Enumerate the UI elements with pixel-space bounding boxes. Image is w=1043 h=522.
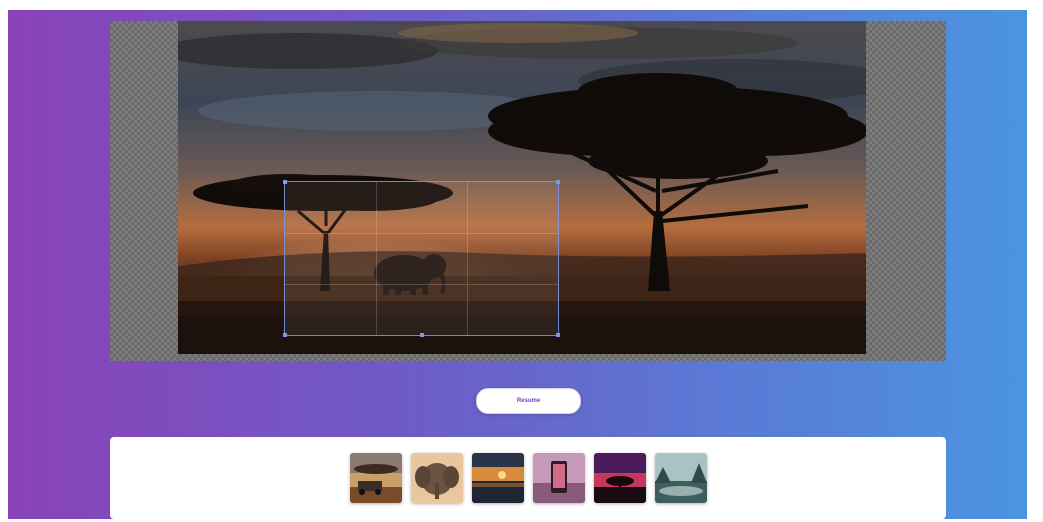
crop-grid-line bbox=[285, 232, 558, 234]
crop-grid-line bbox=[375, 182, 377, 335]
crop-handle-top-right[interactable] bbox=[556, 180, 560, 184]
image-editor-canvas[interactable] bbox=[110, 21, 946, 361]
right-margin bbox=[1027, 0, 1043, 522]
thumbnail-list bbox=[350, 453, 707, 503]
crop-handle-bottom-middle[interactable] bbox=[419, 333, 424, 337]
crop-grid-line bbox=[466, 182, 468, 335]
left-margin bbox=[0, 0, 8, 522]
thumb-phone-pink[interactable] bbox=[533, 453, 585, 503]
thumb-elephant[interactable] bbox=[411, 453, 463, 503]
thumb-jeep-savanna[interactable] bbox=[350, 453, 402, 503]
thumb-sunset-lake[interactable] bbox=[472, 453, 524, 503]
thumbnail-tray bbox=[110, 437, 946, 519]
resume-button[interactable]: Resume bbox=[476, 388, 581, 414]
crop-handle-top-left[interactable] bbox=[283, 180, 287, 184]
crop-grid-line bbox=[285, 283, 558, 285]
crop-handle-bottom-left[interactable] bbox=[283, 333, 287, 337]
thumb-misty-forest[interactable] bbox=[655, 453, 707, 503]
crop-selection-box[interactable] bbox=[283, 180, 560, 337]
editor-photo bbox=[178, 21, 866, 354]
crop-handle-bottom-right[interactable] bbox=[556, 333, 560, 337]
top-margin bbox=[0, 0, 1043, 10]
thumb-tree-purple-sky[interactable] bbox=[594, 453, 646, 503]
